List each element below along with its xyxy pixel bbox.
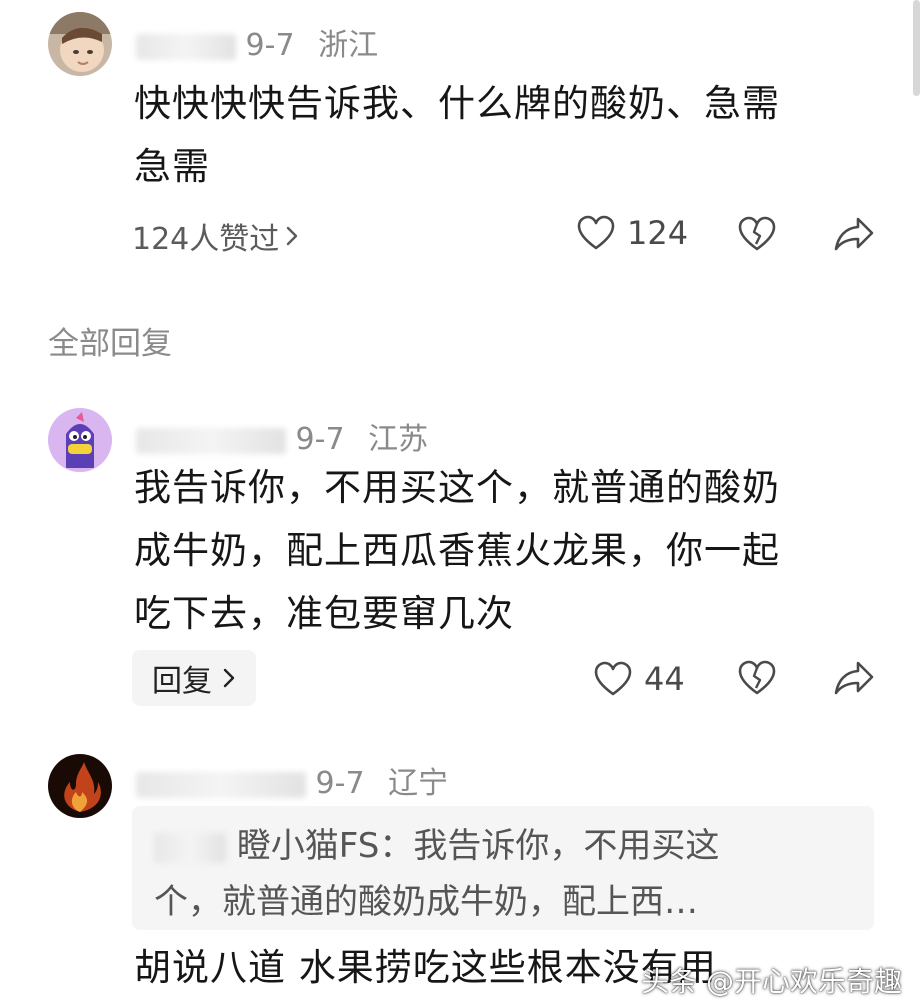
comment-text-line: 急需 [134,145,210,188]
like-button[interactable]: 44 [594,660,685,698]
username-blurred [136,771,306,798]
heart-icon [594,661,632,697]
chevron-right-icon [222,666,236,690]
watermark: 头条 @开心欢乐奇趣 [641,965,902,998]
like-button[interactable]: 124 [577,214,688,252]
quote-avatar-blurred [154,832,226,863]
reply-text: 我告诉你，不用买这个，就普通的酸奶 成牛奶，配上西瓜香蕉火龙果，你一起 吃下去，… [134,456,894,645]
avatar[interactable] [48,754,112,818]
heart-icon [577,215,615,251]
scrollbar-thumb[interactable] [913,0,920,96]
reply-date: 9-7 [315,766,365,801]
comment-text: 快快快快告诉我、什么牌的酸奶、急需 急需 [134,72,894,198]
quote-line: 个，就普通的酸奶成牛奶，配上西… [154,882,698,922]
quote-name: 瞪小猫FS [236,826,380,866]
reply-text-line: 吃下去，准包要窜几次 [134,592,514,635]
dislike-broken-heart-icon[interactable] [738,660,776,696]
reply-text-line: 我告诉你，不用买这个，就普通的酸奶 [134,466,780,509]
quoted-reply[interactable]: 瞪小猫FS：我告诉你，不用买这 个，就普通的酸奶成牛奶，配上西… [132,806,874,930]
reply-button[interactable]: 回复 [132,650,256,706]
quote-text: ：我告诉你，不用买这 [379,826,720,866]
reply-meta: 9-7 江苏 [136,414,428,458]
chevron-right-icon [285,224,299,248]
likers-link[interactable]: 124人赞过 [132,214,299,258]
like-count: 44 [644,660,685,698]
comment-text-line: 快快快快告诉我、什么牌的酸奶、急需 [134,82,780,125]
reply-location: 江苏 [368,422,429,457]
username-blurred [136,427,286,454]
quote-line: 瞪小猫FS：我告诉你，不用买这 [154,818,852,874]
comment-meta: 9-7 浙江 [136,20,378,64]
like-count: 124 [627,214,689,252]
reply-date: 9-7 [295,422,345,457]
username-blurred [136,33,236,60]
avatar[interactable] [48,408,112,472]
dislike-broken-heart-icon[interactable] [738,216,776,252]
reply-location: 辽宁 [388,766,449,801]
avatar[interactable] [48,12,112,76]
reply-meta: 9-7 辽宁 [136,758,448,802]
section-title: 全部回复 [48,326,172,362]
comment-date: 9-7 [245,28,295,63]
reply-text-line: 成牛奶，配上西瓜香蕉火龙果，你一起 [134,529,780,572]
comment-location: 浙江 [318,28,379,63]
likers-label: 124人赞过 [132,222,280,257]
share-icon[interactable] [834,660,874,696]
share-icon[interactable] [834,216,874,252]
reply-button-label: 回复 [152,664,212,699]
